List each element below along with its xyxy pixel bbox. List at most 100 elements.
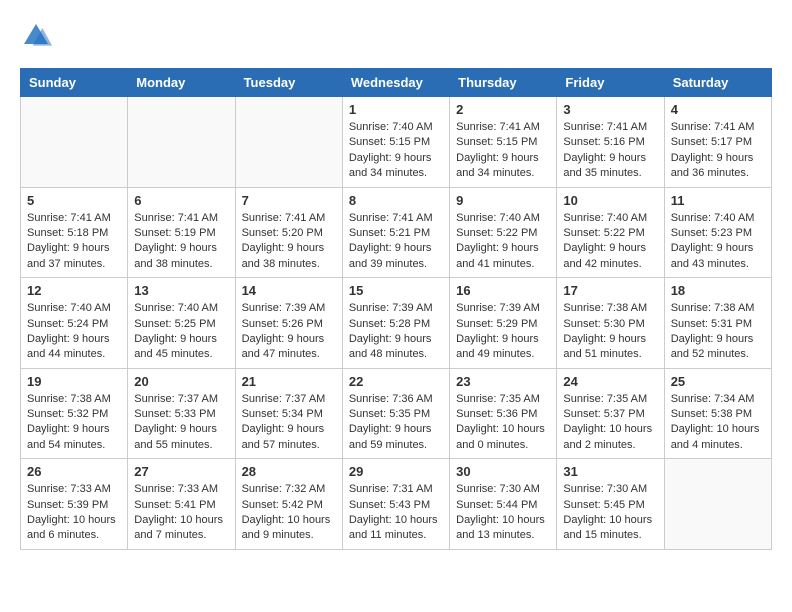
day-info: Sunrise: 7:39 AM Sunset: 5:29 PM Dayligh… <box>456 301 550 363</box>
calendar-cell: 23Sunrise: 7:35 AM Sunset: 5:36 PM Dayli… <box>450 368 557 459</box>
day-number: 1 <box>349 102 443 117</box>
calendar-cell: 1 Sunrise: 7:40 AM Sunset: 5:15 PM Daylig… <box>342 97 449 188</box>
calendar-header-row: SundayMondayTuesdayWednesdayThursdayFrid… <box>21 69 772 97</box>
day-info: Sunrise: 7:36 AM Sunset: 5:35 PM Dayligh… <box>349 392 443 454</box>
day-info: Sunrise: 7:41 AM Sunset: 5:16 PM Dayligh… <box>563 120 657 182</box>
header-thursday: Thursday <box>450 69 557 97</box>
calendar-cell: 20Sunrise: 7:37 AM Sunset: 5:33 PM Dayli… <box>128 368 235 459</box>
calendar-cell: 14Sunrise: 7:39 AM Sunset: 5:26 PM Dayli… <box>235 278 342 369</box>
calendar-cell: 2Sunrise: 7:41 AM Sunset: 5:15 PM Daylig… <box>450 97 557 188</box>
day-number: 15 <box>349 283 443 298</box>
calendar-cell: 21 Sunrise: 7:37 AM Sunset: 5:34 PM Dayli… <box>235 368 342 459</box>
day-number: 10 <box>563 193 657 208</box>
calendar-table: SundayMondayTuesdayWednesdayThursdayFrid… <box>20 68 772 550</box>
day-number: 22 <box>349 374 443 389</box>
day-info: Sunrise: 7:41 AM Sunset: 5:18 PM Dayligh… <box>27 211 121 273</box>
calendar-cell <box>21 97 128 188</box>
week-row-2: 5 Sunrise: 7:41 AM Sunset: 5:18 PM Daylig… <box>21 187 772 278</box>
day-info: Sunrise: 7:40 AM Sunset: 5:15 PM Dayligh… <box>349 120 443 182</box>
calendar-cell: 7 Sunrise: 7:41 AM Sunset: 5:20 PM Daylig… <box>235 187 342 278</box>
day-info: Sunrise: 7:34 AM Sunset: 5:38 PM Dayligh… <box>671 392 765 454</box>
calendar-cell: 16 Sunrise: 7:39 AM Sunset: 5:29 PM Dayli… <box>450 278 557 369</box>
day-info: Sunrise: 7:40 AM Sunset: 5:23 PM Dayligh… <box>671 211 765 273</box>
day-info: Sunrise: 7:41 AM Sunset: 5:19 PM Dayligh… <box>134 211 228 273</box>
day-number: 13 <box>134 283 228 298</box>
day-number: 24 <box>563 374 657 389</box>
day-number: 11 <box>671 193 765 208</box>
day-number: 18 <box>671 283 765 298</box>
day-info: Sunrise: 7:40 AM Sunset: 5:24 PM Dayligh… <box>27 301 121 363</box>
page-header <box>20 20 772 52</box>
day-info: Sunrise: 7:38 AM Sunset: 5:32 PM Dayligh… <box>27 392 121 454</box>
header-monday: Monday <box>128 69 235 97</box>
day-number: 12 <box>27 283 121 298</box>
day-info: Sunrise: 7:40 AM Sunset: 5:25 PM Dayligh… <box>134 301 228 363</box>
day-number: 8 <box>349 193 443 208</box>
calendar-cell: 27Sunrise: 7:33 AM Sunset: 5:41 PM Dayli… <box>128 459 235 550</box>
calendar-cell: 10 Sunrise: 7:40 AM Sunset: 5:22 PM Dayli… <box>557 187 664 278</box>
day-number: 16 <box>456 283 550 298</box>
calendar-cell: 13 Sunrise: 7:40 AM Sunset: 5:25 PM Dayli… <box>128 278 235 369</box>
day-number: 17 <box>563 283 657 298</box>
day-number: 14 <box>242 283 336 298</box>
day-info: Sunrise: 7:31 AM Sunset: 5:43 PM Dayligh… <box>349 482 443 544</box>
day-info: Sunrise: 7:30 AM Sunset: 5:44 PM Dayligh… <box>456 482 550 544</box>
day-number: 9 <box>456 193 550 208</box>
header-friday: Friday <box>557 69 664 97</box>
calendar-cell: 9Sunrise: 7:40 AM Sunset: 5:22 PM Daylig… <box>450 187 557 278</box>
day-number: 25 <box>671 374 765 389</box>
day-number: 20 <box>134 374 228 389</box>
day-info: Sunrise: 7:41 AM Sunset: 5:21 PM Dayligh… <box>349 211 443 273</box>
header-tuesday: Tuesday <box>235 69 342 97</box>
header-saturday: Saturday <box>664 69 771 97</box>
day-info: Sunrise: 7:30 AM Sunset: 5:45 PM Dayligh… <box>563 482 657 544</box>
day-info: Sunrise: 7:33 AM Sunset: 5:41 PM Dayligh… <box>134 482 228 544</box>
day-info: Sunrise: 7:38 AM Sunset: 5:31 PM Dayligh… <box>671 301 765 363</box>
week-row-5: 26 Sunrise: 7:33 AM Sunset: 5:39 PM Dayli… <box>21 459 772 550</box>
day-number: 5 <box>27 193 121 208</box>
day-number: 7 <box>242 193 336 208</box>
calendar-cell: 12 Sunrise: 7:40 AM Sunset: 5:24 PM Dayli… <box>21 278 128 369</box>
week-row-4: 19Sunrise: 7:38 AM Sunset: 5:32 PM Dayli… <box>21 368 772 459</box>
day-info: Sunrise: 7:35 AM Sunset: 5:37 PM Dayligh… <box>563 392 657 454</box>
day-number: 6 <box>134 193 228 208</box>
calendar-cell <box>235 97 342 188</box>
header-wednesday: Wednesday <box>342 69 449 97</box>
calendar-cell: 5 Sunrise: 7:41 AM Sunset: 5:18 PM Daylig… <box>21 187 128 278</box>
calendar-cell: 8 Sunrise: 7:41 AM Sunset: 5:21 PM Daylig… <box>342 187 449 278</box>
day-number: 26 <box>27 464 121 479</box>
day-info: Sunrise: 7:37 AM Sunset: 5:34 PM Dayligh… <box>242 392 336 454</box>
day-info: Sunrise: 7:33 AM Sunset: 5:39 PM Dayligh… <box>27 482 121 544</box>
day-number: 21 <box>242 374 336 389</box>
day-info: Sunrise: 7:41 AM Sunset: 5:17 PM Dayligh… <box>671 120 765 182</box>
logo <box>20 20 58 52</box>
day-info: Sunrise: 7:39 AM Sunset: 5:28 PM Dayligh… <box>349 301 443 363</box>
day-number: 31 <box>563 464 657 479</box>
day-info: Sunrise: 7:41 AM Sunset: 5:20 PM Dayligh… <box>242 211 336 273</box>
calendar-cell: 26 Sunrise: 7:33 AM Sunset: 5:39 PM Dayli… <box>21 459 128 550</box>
day-number: 29 <box>349 464 443 479</box>
calendar-cell: 3 Sunrise: 7:41 AM Sunset: 5:16 PM Daylig… <box>557 97 664 188</box>
day-info: Sunrise: 7:40 AM Sunset: 5:22 PM Dayligh… <box>563 211 657 273</box>
calendar-cell: 11 Sunrise: 7:40 AM Sunset: 5:23 PM Dayli… <box>664 187 771 278</box>
calendar-cell: 15 Sunrise: 7:39 AM Sunset: 5:28 PM Dayli… <box>342 278 449 369</box>
calendar-cell: 19Sunrise: 7:38 AM Sunset: 5:32 PM Dayli… <box>21 368 128 459</box>
calendar-cell: 22 Sunrise: 7:36 AM Sunset: 5:35 PM Dayli… <box>342 368 449 459</box>
calendar-cell: 4Sunrise: 7:41 AM Sunset: 5:17 PM Daylig… <box>664 97 771 188</box>
calendar-cell <box>128 97 235 188</box>
week-row-3: 12 Sunrise: 7:40 AM Sunset: 5:24 PM Dayli… <box>21 278 772 369</box>
day-number: 3 <box>563 102 657 117</box>
calendar-cell: 30 Sunrise: 7:30 AM Sunset: 5:44 PM Dayli… <box>450 459 557 550</box>
logo-icon <box>20 20 52 52</box>
day-number: 30 <box>456 464 550 479</box>
day-info: Sunrise: 7:32 AM Sunset: 5:42 PM Dayligh… <box>242 482 336 544</box>
day-number: 28 <box>242 464 336 479</box>
day-info: Sunrise: 7:35 AM Sunset: 5:36 PM Dayligh… <box>456 392 550 454</box>
calendar-cell: 18 Sunrise: 7:38 AM Sunset: 5:31 PM Dayli… <box>664 278 771 369</box>
calendar-cell: 25 Sunrise: 7:34 AM Sunset: 5:38 PM Dayli… <box>664 368 771 459</box>
calendar-cell: 17Sunrise: 7:38 AM Sunset: 5:30 PM Dayli… <box>557 278 664 369</box>
calendar-cell: 29 Sunrise: 7:31 AM Sunset: 5:43 PM Dayli… <box>342 459 449 550</box>
calendar-cell: 24 Sunrise: 7:35 AM Sunset: 5:37 PM Dayli… <box>557 368 664 459</box>
calendar-cell <box>664 459 771 550</box>
calendar-cell: 31 Sunrise: 7:30 AM Sunset: 5:45 PM Dayli… <box>557 459 664 550</box>
